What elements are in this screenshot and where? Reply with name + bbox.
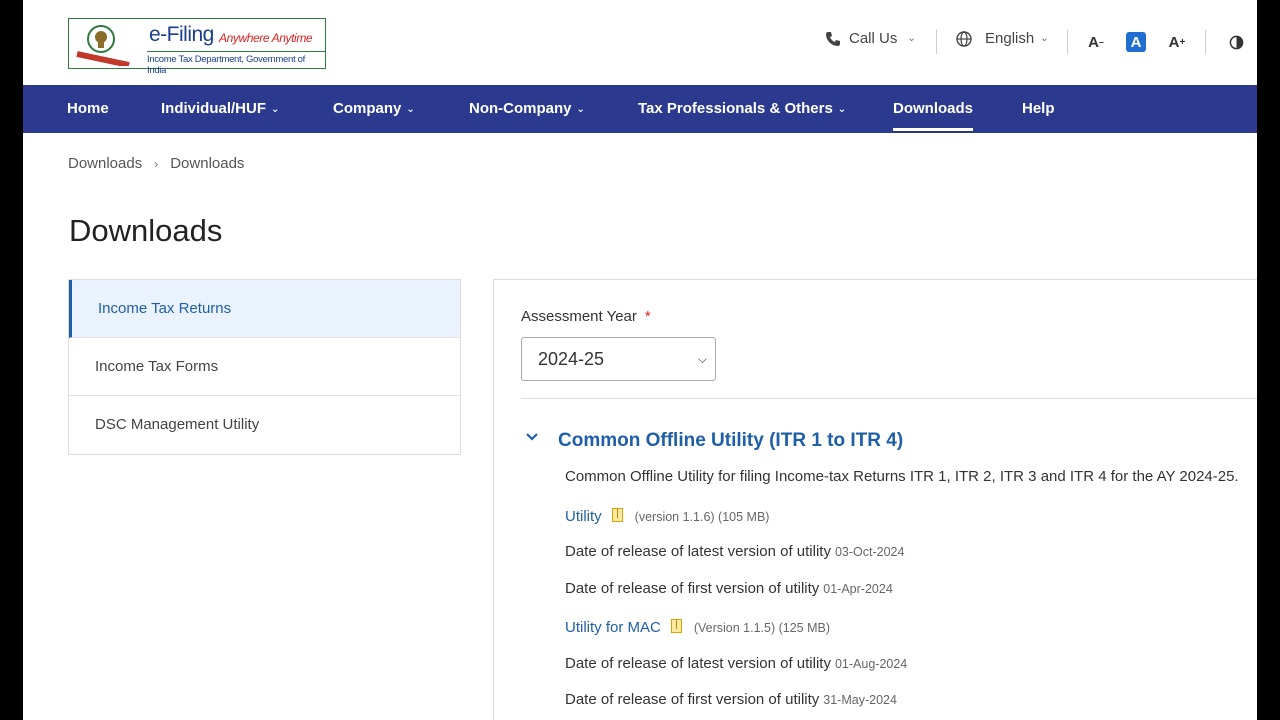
mac-latest-release-date: 01-Aug-2024 (834, 657, 908, 671)
nav-non-company[interactable]: Non-Company ⌄ (469, 85, 585, 133)
top-header: e-Filing Anywhere Anytime Income Tax Dep… (23, 0, 1257, 85)
chevron-down-icon[interactable] (525, 430, 539, 447)
nav-tax-professionals[interactable]: Tax Professionals & Others ⌄ (638, 85, 846, 133)
chevron-right-icon: › (154, 156, 159, 171)
contrast-toggle-icon[interactable] (1225, 31, 1247, 53)
logo-tagline: Anywhere Anytime (219, 31, 313, 45)
required-marker: * (644, 308, 651, 325)
first-release-date: 01-Apr-2024 (823, 582, 893, 596)
nav-individual-huf[interactable]: Individual/HUF ⌄ (161, 85, 279, 133)
first-release-row: Date of release of first version of util… (565, 580, 893, 597)
page: e-Filing Anywhere Anytime Income Tax Dep… (23, 0, 1257, 720)
latest-release-row: Date of release of latest version of uti… (565, 543, 904, 560)
breadcrumb: Downloads › Downloads (68, 155, 244, 172)
utility-download-row: Utility (version 1.1.6) (105 MB) (565, 507, 769, 525)
first-release-label: Date of release of first version of util… (565, 580, 820, 597)
language-label: English (985, 30, 1035, 47)
chevron-down-icon: ⌄ (907, 33, 916, 44)
mac-first-release-label: Date of release of first version of util… (565, 691, 820, 708)
chevron-down-icon: ⌄ (1040, 33, 1049, 44)
utility-version-meta: (version 1.1.6) (105 MB) (634, 510, 770, 524)
sidebar-item-income-tax-returns[interactable]: Income Tax Returns (69, 280, 460, 338)
logo-title: e-Filing (149, 23, 214, 46)
font-increase-button[interactable]: A + (1166, 31, 1188, 53)
latest-release-date: 03-Oct-2024 (834, 545, 905, 559)
nav-company[interactable]: Company ⌄ (333, 85, 415, 133)
mac-utility-download-row: Utility for MAC (Version 1.1.5) (125 MB) (565, 618, 830, 636)
divider (1205, 30, 1206, 54)
main-nav: Home Individual/HUF ⌄ Company ⌄ Non-Compan… (23, 85, 1257, 133)
logo-subtitle: Income Tax Department, Government of Ind… (147, 51, 325, 76)
mac-latest-release-row: Date of release of latest version of uti… (565, 655, 907, 672)
mac-first-release-date: 31-May-2024 (823, 693, 897, 707)
efiling-logo[interactable]: e-Filing Anywhere Anytime Income Tax Dep… (68, 18, 326, 76)
emblem-icon (71, 21, 142, 66)
downloads-content-card: Assessment Year * 2024-25 ⌵ Common Offlin… (493, 279, 1257, 720)
zip-file-icon (611, 508, 623, 522)
mac-first-release-row: Date of release of first version of util… (565, 691, 897, 708)
mac-utility-download-link[interactable]: Utility for MAC (565, 619, 661, 636)
section-title-common-offline-utility[interactable]: Common Offline Utility (ITR 1 to ITR 4) (558, 430, 903, 452)
nav-help[interactable]: Help (1022, 85, 1055, 133)
call-us-label: Call Us (849, 30, 898, 47)
page-title: Downloads (69, 213, 223, 248)
sidebar-item-income-tax-forms[interactable]: Income Tax Forms (69, 338, 460, 396)
chevron-down-icon: ⌵ (697, 352, 707, 366)
call-us-button[interactable]: Call Us ⌄ (825, 30, 916, 47)
latest-release-label: Date of release of latest version of uti… (565, 543, 831, 560)
mac-utility-version-meta: (Version 1.1.5) (125 MB) (693, 621, 831, 635)
divider (1067, 30, 1068, 54)
divider (936, 30, 937, 54)
divider (521, 398, 1257, 399)
breadcrumb-item[interactable]: Downloads (68, 155, 142, 172)
chevron-down-icon: ⌄ (406, 104, 415, 115)
section-description: Common Offline Utility for filing Income… (565, 468, 1239, 485)
assessment-year-select[interactable]: 2024-25 ⌵ (521, 337, 716, 381)
chevron-down-icon: ⌄ (576, 104, 585, 115)
breadcrumb-current: Downloads (170, 155, 245, 172)
utility-download-link[interactable]: Utility (565, 508, 602, 525)
globe-icon (956, 30, 972, 47)
assessment-year-label: Assessment Year * (521, 308, 651, 325)
sidebar-menu: Income Tax Returns Income Tax Forms DSC … (68, 279, 461, 455)
nav-home[interactable]: Home (67, 85, 109, 133)
sidebar-item-dsc-management-utility[interactable]: DSC Management Utility (69, 396, 460, 454)
mac-latest-release-label: Date of release of latest version of uti… (565, 655, 831, 672)
font-decrease-button[interactable]: A – (1085, 31, 1107, 53)
font-normal-button[interactable]: A (1126, 32, 1146, 52)
zip-file-icon (670, 619, 682, 633)
language-selector[interactable]: English ⌄ (956, 30, 1049, 47)
nav-downloads[interactable]: Downloads (893, 85, 974, 133)
chevron-down-icon: ⌄ (271, 104, 280, 115)
phone-icon (826, 31, 840, 46)
chevron-down-icon: ⌄ (837, 104, 847, 115)
